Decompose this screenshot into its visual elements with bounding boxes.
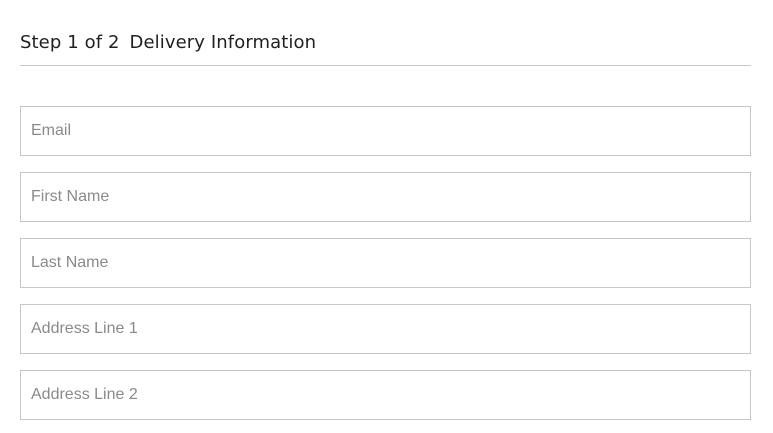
- first-name-field-container: [20, 172, 751, 222]
- section-header: Step 1 of 2 Delivery Information: [20, 30, 751, 66]
- last-name-field-container: [20, 238, 751, 288]
- email-field[interactable]: [21, 107, 750, 155]
- section-title: Delivery Information: [129, 32, 317, 53]
- delivery-form-page: Step 1 of 2 Delivery Information: [0, 0, 773, 433]
- address-line-2-field[interactable]: [21, 371, 750, 419]
- step-indicator: Step 1 of 2: [20, 32, 120, 53]
- first-name-field[interactable]: [21, 173, 750, 221]
- address-line-2-field-container: [20, 370, 751, 420]
- address-line-1-field[interactable]: [21, 305, 750, 353]
- last-name-field[interactable]: [21, 239, 750, 287]
- page-title: Step 1 of 2 Delivery Information: [20, 32, 316, 53]
- address-line-1-field-container: [20, 304, 751, 354]
- email-field-container: [20, 106, 751, 156]
